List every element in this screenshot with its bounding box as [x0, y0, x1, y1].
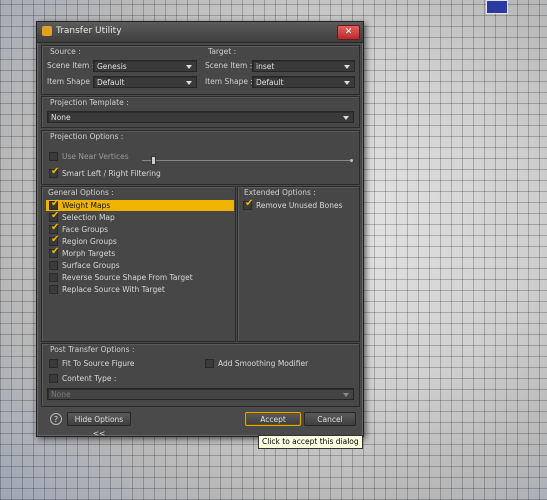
close-button[interactable]: ✕ — [337, 25, 360, 40]
weight-maps-checkbox[interactable]: ✔ — [49, 198, 60, 210]
cancel-button[interactable]: Cancel — [304, 412, 356, 426]
add-smoothing-checkbox[interactable] — [205, 359, 214, 368]
surface-groups-label: Surface Groups — [62, 261, 120, 270]
use-near-vertices-checkbox[interactable] — [49, 152, 58, 161]
target-item-shape-label: Item Shape : — [205, 77, 253, 86]
source-label: Source : — [50, 47, 81, 56]
checkmark-icon: ✔ — [51, 246, 60, 257]
window-title: Transfer Utility — [56, 26, 122, 36]
source-item-shape-label: Item Shape : — [47, 77, 95, 86]
weight-maps-label: Weight Maps — [62, 201, 111, 210]
projection-template-label: Projection Template : — [50, 98, 129, 107]
post-transfer-options-label: Post Transfer Options : — [50, 345, 135, 354]
post-transfer-options-group: Post Transfer Options : Fit To Source Fi… — [41, 343, 360, 407]
source-scene-item-select[interactable]: Genesis — [93, 60, 197, 72]
target-label: Target : — [208, 47, 237, 56]
morph-targets-label: Morph Targets — [62, 249, 116, 258]
checkmark-icon: ✔ — [51, 198, 60, 209]
replace-source-label: Replace Source With Target — [62, 285, 165, 294]
projection-template-group: Projection Template : None — [41, 96, 360, 128]
chevron-down-icon — [343, 116, 349, 120]
smart-filtering-checkbox[interactable]: ✔ — [49, 166, 60, 178]
target-scene-item-label: Scene Item : — [205, 61, 253, 70]
chevron-down-icon — [186, 81, 192, 85]
projection-options-label: Projection Options : — [50, 132, 124, 141]
transfer-utility-dialog: Transfer Utility ✕ Source : Target : Sce… — [36, 21, 364, 438]
face-groups-label: Face Groups — [62, 225, 109, 234]
title-bar[interactable]: Transfer Utility ✕ — [37, 22, 363, 43]
remove-unused-bones-label: Remove Unused Bones — [256, 201, 343, 210]
general-options-group: General Options : ✔ Weight Maps ✔ Select… — [41, 186, 236, 342]
checkmark-icon: ✔ — [51, 222, 60, 233]
chevron-down-icon — [344, 65, 350, 69]
chevron-down-icon — [344, 81, 350, 85]
selection-map-checkbox[interactable]: ✔ — [49, 210, 60, 222]
app-icon — [42, 26, 52, 36]
target-item-shape-select[interactable]: Default — [252, 76, 355, 88]
smart-filtering-label: Smart Left / Right Filtering — [62, 169, 161, 178]
chevron-down-icon — [186, 65, 192, 69]
slider-end-icon — [350, 159, 353, 162]
content-type-checkbox[interactable] — [49, 374, 58, 383]
projection-options-group: Projection Options : Use Near Vertices ✔… — [41, 130, 360, 185]
target-scene-item-select[interactable]: inset — [252, 60, 355, 72]
source-item-shape-select[interactable]: Default — [93, 76, 197, 88]
use-near-vertices-label: Use Near Vertices — [62, 152, 129, 161]
face-groups-checkbox[interactable]: ✔ — [49, 222, 60, 234]
remove-unused-bones-checkbox[interactable]: ✔ — [243, 198, 254, 210]
chevron-down-icon — [343, 393, 349, 397]
checkmark-icon: ✔ — [51, 210, 60, 221]
extended-options-label: Extended Options : — [244, 188, 316, 197]
checkmark-icon: ✔ — [51, 234, 60, 245]
content-type-select[interactable]: None — [47, 388, 354, 400]
accept-button[interactable]: Accept — [245, 412, 301, 426]
replace-source-checkbox[interactable] — [49, 285, 58, 294]
projection-template-select[interactable]: None — [47, 111, 354, 123]
extended-options-group: Extended Options : ✔ Remove Unused Bones — [237, 186, 360, 342]
fit-to-source-label: Fit To Source Figure — [62, 359, 135, 368]
accept-tooltip: Click to accept this dialog — [258, 435, 363, 449]
morph-targets-checkbox[interactable]: ✔ — [49, 246, 60, 258]
checkmark-icon: ✔ — [51, 166, 60, 177]
source-scene-item-label: Scene Item : — [47, 61, 95, 70]
content-type-label: Content Type : — [62, 374, 117, 383]
region-groups-label: Region Groups — [62, 237, 117, 246]
add-smoothing-label: Add Smoothing Modifier — [218, 359, 309, 368]
selection-map-label: Selection Map — [62, 213, 115, 222]
near-vertices-slider-track[interactable] — [142, 160, 352, 161]
reverse-source-shape-checkbox[interactable] — [49, 273, 58, 282]
checkmark-icon: ✔ — [245, 198, 254, 209]
general-options-label: General Options : — [48, 188, 114, 197]
hide-options-button[interactable]: Hide Options << — [67, 412, 131, 438]
region-groups-checkbox[interactable]: ✔ — [49, 234, 60, 246]
reverse-source-shape-label: Reverse Source Shape From Target — [62, 273, 193, 282]
fit-to-source-checkbox[interactable] — [49, 359, 58, 368]
view-cube-icon[interactable] — [486, 0, 508, 14]
source-target-group: Source : Target : Scene Item : Genesis I… — [41, 45, 360, 95]
help-icon[interactable]: ? — [50, 413, 62, 425]
surface-groups-checkbox[interactable] — [49, 261, 58, 270]
near-vertices-slider-handle[interactable] — [151, 156, 156, 165]
